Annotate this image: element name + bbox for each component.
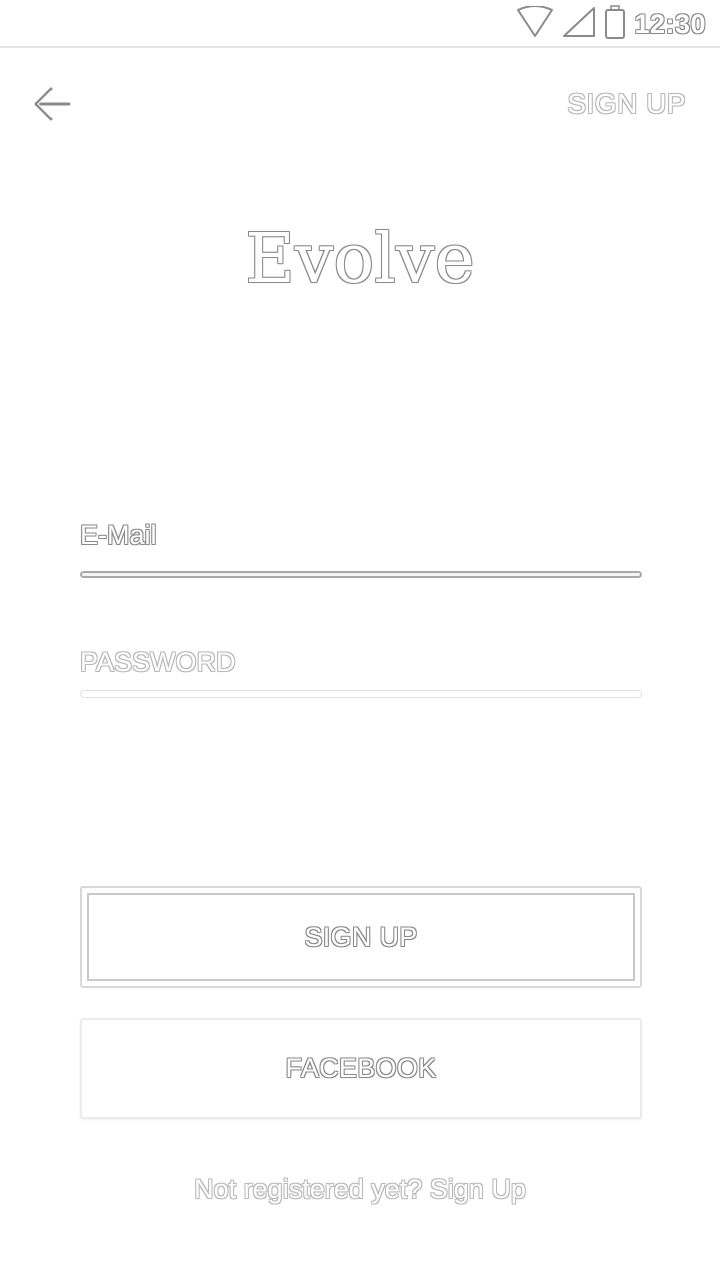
password-label: PASSWORD xyxy=(80,647,236,677)
facebook-button-label: FACEBOOK xyxy=(285,1053,437,1083)
cell-signal-icon xyxy=(562,6,596,43)
email-underline xyxy=(80,571,642,578)
battery-icon xyxy=(604,4,626,44)
back-button[interactable] xyxy=(28,82,76,130)
arrow-left-icon xyxy=(31,85,73,128)
status-time: 12:30 xyxy=(634,8,706,39)
status-icons: 12:30 xyxy=(516,4,706,44)
wifi-icon xyxy=(516,4,554,43)
password-field[interactable]: PASSWORD xyxy=(80,645,642,679)
signup-button-label: SIGN UP xyxy=(304,921,418,952)
email-field[interactable]: E-Mail xyxy=(80,518,642,552)
facebook-button[interactable]: FACEBOOK xyxy=(80,1018,642,1119)
status-bar: 12:30 xyxy=(0,0,720,48)
email-label: E-Mail xyxy=(80,520,157,550)
signup-button[interactable]: SIGN UP xyxy=(80,886,642,988)
register-link[interactable]: Not registered yet? Sign Up xyxy=(0,1174,720,1205)
password-underline xyxy=(80,690,642,698)
app-logo: Evolve xyxy=(245,220,475,299)
top-signup-link[interactable]: SIGN UP xyxy=(567,88,686,120)
